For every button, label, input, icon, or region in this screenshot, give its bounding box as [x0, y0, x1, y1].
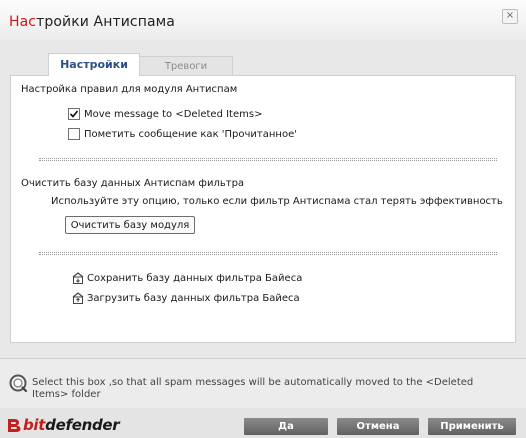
move-to-deleted-label: Move message to <Deleted Items>: [84, 108, 263, 120]
window-title-rest: тройки Антиспама: [36, 14, 175, 30]
close-button[interactable]: ×: [502, 9, 518, 24]
mark-as-read-label: Пометить сообщение как 'Прочитанное': [84, 128, 297, 140]
tab-alerts[interactable]: Тревоги: [139, 56, 233, 76]
bitdefender-logo-icon: [8, 418, 21, 432]
divider: [39, 158, 497, 159]
mark-as-read-option[interactable]: Пометить сообщение как 'Прочитанное': [68, 127, 297, 141]
mark-as-read-checkbox[interactable]: [68, 128, 80, 140]
clear-database-button[interactable]: Очистить базу модуля: [65, 216, 195, 234]
save-bayes-label: Сохранить базу данных фильтра Байеса: [87, 272, 303, 284]
load-bayes-link[interactable]: Загрузить базу данных фильтра Байеса: [71, 291, 300, 305]
divider: [39, 254, 497, 255]
save-document-icon: [72, 272, 84, 284]
title-bar: Настройки Антиспама ×: [0, 0, 526, 40]
move-to-deleted-option[interactable]: Move message to <Deleted Items>: [68, 107, 262, 121]
footer-bar: bit defender Да Отмена Применить: [0, 408, 526, 438]
window-title-accent: Нас: [9, 14, 37, 30]
settings-panel: Настройка правил для модуля Антиспам Mov…: [10, 75, 516, 343]
apply-button[interactable]: Применить: [428, 418, 516, 435]
help-bar: Select this box ,so that all spam messag…: [0, 358, 526, 409]
window-title: Настройки Антиспама: [9, 14, 175, 30]
move-to-deleted-checkbox[interactable]: [68, 108, 80, 120]
tab-settings[interactable]: Настройки: [48, 53, 140, 76]
divider: [39, 252, 497, 253]
rules-section-title: Настройка правил для модуля Антиспам: [21, 84, 238, 95]
load-bayes-label: Загрузить базу данных фильтра Байеса: [87, 292, 300, 304]
magnifier-help-icon: [9, 374, 28, 393]
bitdefender-logo: bit defender: [6, 416, 120, 434]
logo-bit-text: bit: [23, 416, 46, 434]
cancel-button[interactable]: Отмена: [337, 418, 419, 435]
load-document-icon: [72, 292, 84, 304]
checkmark-icon: [69, 110, 79, 118]
yes-button[interactable]: Да: [244, 418, 328, 435]
save-bayes-link[interactable]: Сохранить базу данных фильтра Байеса: [71, 271, 302, 285]
clear-section-title: Очистить базу данных Антиспам фильтра: [21, 178, 245, 189]
clear-section-description: Используйте эту опцию, только если фильт…: [51, 196, 503, 207]
divider: [39, 160, 497, 161]
help-text: Select this box ,so that all spam messag…: [32, 377, 474, 400]
logo-defender-text: defender: [45, 416, 120, 434]
